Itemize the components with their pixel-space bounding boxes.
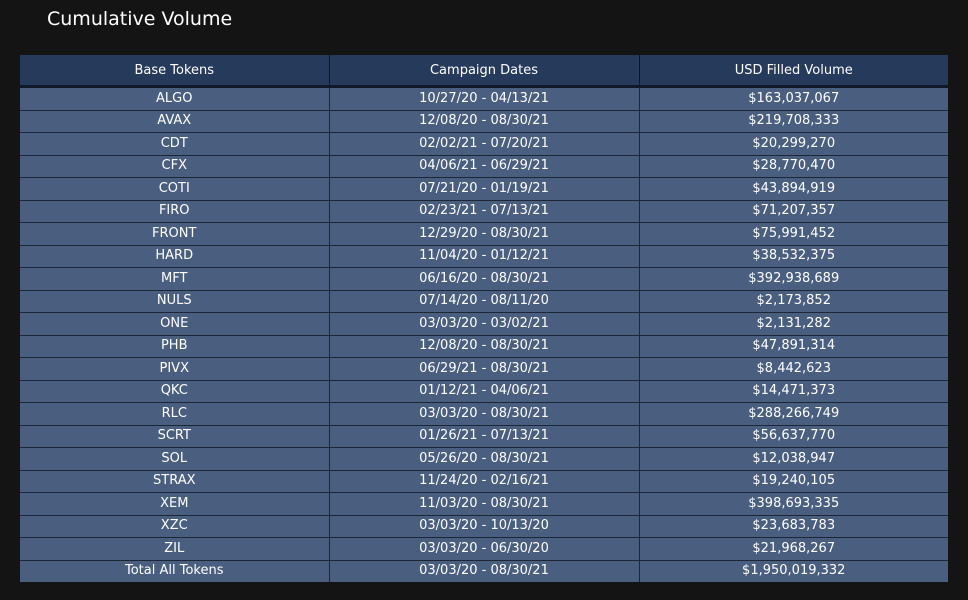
table-row: FIRO 02/23/21 - 07/13/21 $71,207,357 bbox=[20, 199, 948, 223]
header-base-tokens[interactable]: Base Tokens bbox=[20, 55, 329, 88]
table-header: Base Tokens Campaign Dates USD Filled Vo… bbox=[20, 55, 948, 88]
table-row: FRONT 12/29/20 - 08/30/21 $75,991,452 bbox=[20, 222, 948, 245]
table-row: PHB 12/08/20 - 08/30/21 $47,891,314 bbox=[20, 334, 948, 358]
cell-campaign-dates: 11/04/20 - 01/12/21 bbox=[328, 244, 639, 268]
cell-usd-volume: $288,266,749 bbox=[638, 402, 948, 425]
cell-usd-volume: $23,683,783 bbox=[638, 514, 948, 538]
cell-usd-volume: $8,442,623 bbox=[638, 357, 948, 380]
cell-token: ONE bbox=[20, 312, 329, 335]
cell-campaign-dates: 07/14/20 - 08/11/20 bbox=[328, 289, 639, 313]
cell-campaign-dates: 02/02/21 - 07/20/21 bbox=[328, 132, 639, 155]
page-title: Cumulative Volume bbox=[47, 8, 233, 30]
cell-usd-volume: $19,240,105 bbox=[638, 469, 948, 493]
table-row: XEM 11/03/20 - 08/30/21 $398,693,335 bbox=[20, 492, 948, 515]
cell-campaign-dates: 12/08/20 - 08/30/21 bbox=[328, 334, 639, 358]
cell-token: COTI bbox=[20, 177, 329, 200]
cell-usd-volume: $2,173,852 bbox=[638, 289, 948, 313]
cell-usd-volume: $12,038,947 bbox=[638, 447, 948, 470]
cell-usd-volume: $219,708,333 bbox=[638, 109, 948, 133]
cell-campaign-dates: 02/23/21 - 07/13/21 bbox=[328, 199, 639, 223]
table-row: QKC 01/12/21 - 04/06/21 $14,471,373 bbox=[20, 379, 948, 403]
table-row: CFX 04/06/21 - 06/29/21 $28,770,470 bbox=[20, 154, 948, 178]
cell-campaign-dates: 03/03/20 - 08/30/21 bbox=[328, 402, 639, 425]
cell-usd-volume: $398,693,335 bbox=[638, 492, 948, 515]
cell-usd-volume: $14,471,373 bbox=[638, 379, 948, 403]
cell-token: QKC bbox=[20, 379, 329, 403]
cell-usd-volume: $1,950,019,332 bbox=[638, 559, 948, 582]
cell-token: CDT bbox=[20, 132, 329, 155]
cell-campaign-dates: 01/12/21 - 04/06/21 bbox=[328, 379, 639, 403]
cell-usd-volume: $2,131,282 bbox=[638, 312, 948, 335]
cell-token: ALGO bbox=[20, 86, 329, 110]
cell-usd-volume: $20,299,270 bbox=[638, 132, 948, 155]
cell-usd-volume: $47,891,314 bbox=[638, 334, 948, 358]
table-row: AVAX 12/08/20 - 08/30/21 $219,708,333 bbox=[20, 109, 948, 133]
table-row: COTI 07/21/20 - 01/19/21 $43,894,919 bbox=[20, 177, 948, 200]
cell-campaign-dates: 12/08/20 - 08/30/21 bbox=[328, 109, 639, 133]
header-usd-filled-volume[interactable]: USD Filled Volume bbox=[638, 55, 948, 88]
cell-token: FRONT bbox=[20, 222, 329, 245]
cell-campaign-dates: 03/03/20 - 10/13/20 bbox=[328, 514, 639, 538]
cell-token: XZC bbox=[20, 514, 329, 538]
cell-campaign-dates: 03/03/20 - 08/30/21 bbox=[328, 559, 639, 582]
table-row: ONE 03/03/20 - 03/02/21 $2,131,282 bbox=[20, 312, 948, 335]
cell-usd-volume: $56,637,770 bbox=[638, 424, 948, 448]
table-row: SCRT 01/26/21 - 07/13/21 $56,637,770 bbox=[20, 424, 948, 448]
cell-campaign-dates: 01/26/21 - 07/13/21 bbox=[328, 424, 639, 448]
cell-campaign-dates: 12/29/20 - 08/30/21 bbox=[328, 222, 639, 245]
volume-table: Base Tokens Campaign Dates USD Filled Vo… bbox=[20, 55, 948, 582]
table-row: MFT 06/16/20 - 08/30/21 $392,938,689 bbox=[20, 267, 948, 290]
cell-campaign-dates: 05/26/20 - 08/30/21 bbox=[328, 447, 639, 470]
cell-token: PHB bbox=[20, 334, 329, 358]
cell-token: STRAX bbox=[20, 469, 329, 493]
cell-campaign-dates: 04/06/21 - 06/29/21 bbox=[328, 154, 639, 178]
cell-usd-volume: $392,938,689 bbox=[638, 267, 948, 290]
cell-campaign-dates: 11/24/20 - 02/16/21 bbox=[328, 469, 639, 493]
cell-usd-volume: $71,207,357 bbox=[638, 199, 948, 223]
cell-token: FIRO bbox=[20, 199, 329, 223]
cell-campaign-dates: 06/29/21 - 08/30/21 bbox=[328, 357, 639, 380]
table-row: SOL 05/26/20 - 08/30/21 $12,038,947 bbox=[20, 447, 948, 470]
cell-campaign-dates: 06/16/20 - 08/30/21 bbox=[328, 267, 639, 290]
table-row: CDT 02/02/21 - 07/20/21 $20,299,270 bbox=[20, 132, 948, 155]
table-row: STRAX 11/24/20 - 02/16/21 $19,240,105 bbox=[20, 469, 948, 493]
cell-token: NULS bbox=[20, 289, 329, 313]
table-row: NULS 07/14/20 - 08/11/20 $2,173,852 bbox=[20, 289, 948, 313]
cell-token: AVAX bbox=[20, 109, 329, 133]
cell-campaign-dates: 11/03/20 - 08/30/21 bbox=[328, 492, 639, 515]
cell-usd-volume: $163,037,067 bbox=[638, 86, 948, 110]
cell-campaign-dates: 03/03/20 - 06/30/20 bbox=[328, 537, 639, 560]
cell-usd-volume: $43,894,919 bbox=[638, 177, 948, 200]
table-body: ALGO 10/27/20 - 04/13/21 $163,037,067 AVAX 1… bbox=[20, 86, 948, 582]
cell-usd-volume: $21,968,267 bbox=[638, 537, 948, 560]
cell-token: HARD bbox=[20, 244, 329, 268]
header-campaign-dates[interactable]: Campaign Dates bbox=[328, 55, 639, 88]
cell-token: RLC bbox=[20, 402, 329, 425]
table-row-total: Total All Tokens 03/03/20 - 08/30/21 $1,95… bbox=[20, 559, 948, 582]
table-row: XZC 03/03/20 - 10/13/20 $23,683,783 bbox=[20, 514, 948, 538]
cell-token: MFT bbox=[20, 267, 329, 290]
cell-campaign-dates: 03/03/20 - 03/02/21 bbox=[328, 312, 639, 335]
table-row: PIVX 06/29/21 - 08/30/21 $8,442,623 bbox=[20, 357, 948, 380]
table-row: ZIL 03/03/20 - 06/30/20 $21,968,267 bbox=[20, 537, 948, 560]
volume-table-panel: Base Tokens Campaign Dates USD Filled Vo… bbox=[20, 55, 948, 582]
header-row: Base Tokens Campaign Dates USD Filled Vo… bbox=[20, 55, 948, 88]
table-row: HARD 11/04/20 - 01/12/21 $38,532,375 bbox=[20, 244, 948, 268]
cell-token: SOL bbox=[20, 447, 329, 470]
cell-campaign-dates: 10/27/20 - 04/13/21 bbox=[328, 86, 639, 110]
cell-token: XEM bbox=[20, 492, 329, 515]
cell-token: Total All Tokens bbox=[20, 559, 329, 582]
cell-token: ZIL bbox=[20, 537, 329, 560]
cell-usd-volume: $28,770,470 bbox=[638, 154, 948, 178]
cell-token: PIVX bbox=[20, 357, 329, 380]
cell-usd-volume: $75,991,452 bbox=[638, 222, 948, 245]
cell-usd-volume: $38,532,375 bbox=[638, 244, 948, 268]
cell-token: CFX bbox=[20, 154, 329, 178]
table-row: ALGO 10/27/20 - 04/13/21 $163,037,067 bbox=[20, 86, 948, 110]
cell-campaign-dates: 07/21/20 - 01/19/21 bbox=[328, 177, 639, 200]
cell-token: SCRT bbox=[20, 424, 329, 448]
table-row: RLC 03/03/20 - 08/30/21 $288,266,749 bbox=[20, 402, 948, 425]
